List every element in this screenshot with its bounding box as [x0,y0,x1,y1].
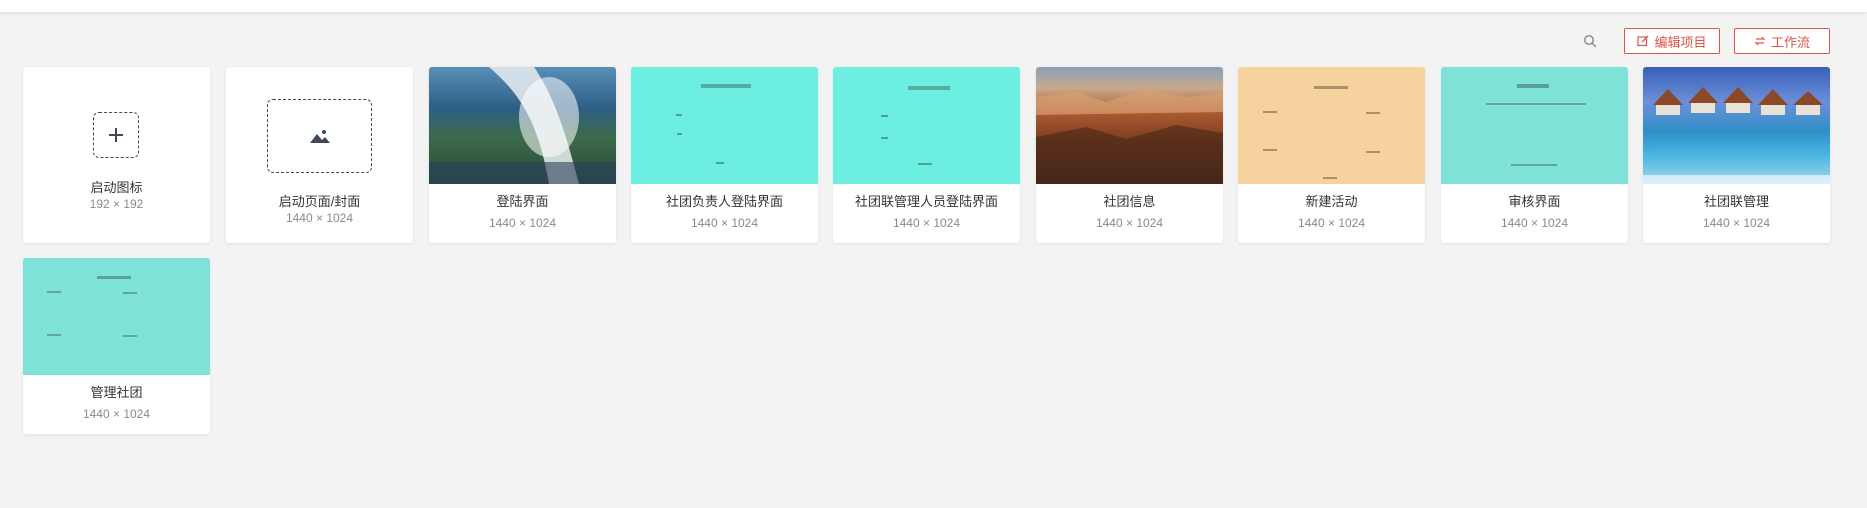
artboard-card-review[interactable]: 审核界面 1440 × 1024 [1441,67,1628,243]
artboard-thumbnail [23,258,210,375]
artboard-thumbnail [631,67,818,184]
plus-icon [109,128,123,142]
artboard-card-login[interactable]: 登陆界面 1440 × 1024 [429,67,616,243]
card-size: 1440 × 1024 [1095,216,1164,230]
workflow-swap-icon [1754,35,1766,47]
card-title: 社团联管理人员登陆界面 [854,194,998,209]
card-size: 1440 × 1024 [1702,216,1771,230]
card-size: 1440 × 1024 [488,216,557,230]
card-title: 审核界面 [1508,194,1561,209]
search-button[interactable] [1580,31,1600,51]
resort-photo [1643,87,1830,184]
artboard-card-leader-login[interactable]: 社团负责人登陆界面 1440 × 1024 [631,67,818,243]
artboard-card-cover[interactable]: 启动页面/封面 1440 × 1024 [226,67,413,243]
artboard-thumbnail [1643,67,1830,184]
search-icon [1583,34,1597,48]
card-size: 1440 × 1024 [1500,216,1569,230]
workflow-button[interactable]: 工作流 [1734,28,1830,54]
add-icon-placeholder[interactable] [93,112,139,158]
artboard-card-federation-manage[interactable]: 社团联管理 1440 × 1024 [1643,67,1830,243]
card-title: 新建活动 [1305,194,1358,209]
card-title: 社团信息 [1103,194,1156,209]
artboard-card-app-icon[interactable]: 启动图标 192 × 192 [23,67,210,243]
edit-icon [1637,35,1649,47]
cover-image-placeholder[interactable] [267,99,372,173]
edit-project-button[interactable]: 编辑项目 [1624,28,1720,54]
artboard-card-manage-club[interactable]: 管理社团 1440 × 1024 [23,258,210,434]
card-size: 1440 × 1024 [1297,216,1366,230]
card-title: 启动图标 [90,180,143,195]
artboard-card-admin-login[interactable]: 社团联管理人员登陆界面 1440 × 1024 [833,67,1020,243]
artboard-card-club-info[interactable]: 社团信息 1440 × 1024 [1036,67,1223,243]
card-size: 1440 × 1024 [82,407,151,421]
canyon-photo [1036,89,1223,184]
top-header-bar [0,0,1867,12]
artboard-thumbnail [833,67,1020,184]
card-size: 192 × 192 [89,197,144,211]
artboard-thumbnail [1036,67,1223,184]
artboard-thumbnail [1441,67,1628,184]
card-title: 社团负责人登陆界面 [665,194,783,209]
edit-project-label: 编辑项目 [1654,34,1707,50]
card-size: 1440 × 1024 [892,216,961,230]
card-size: 1440 × 1024 [285,211,354,225]
artboard-thumbnail [1238,67,1425,184]
workflow-label: 工作流 [1770,34,1810,50]
artboard-card-new-activity[interactable]: 新建活动 1440 × 1024 [1238,67,1425,243]
card-size: 1440 × 1024 [690,216,759,230]
image-icon [309,130,330,143]
artboard-thumbnail [429,67,616,184]
waterfall-photo [429,67,616,184]
card-title: 登陆界面 [496,194,549,209]
card-title: 启动页面/封面 [278,194,361,209]
project-toolbar: 编辑项目 工作流 [1580,27,1830,55]
card-title: 社团联管理 [1703,194,1769,209]
card-title: 管理社团 [90,385,143,400]
